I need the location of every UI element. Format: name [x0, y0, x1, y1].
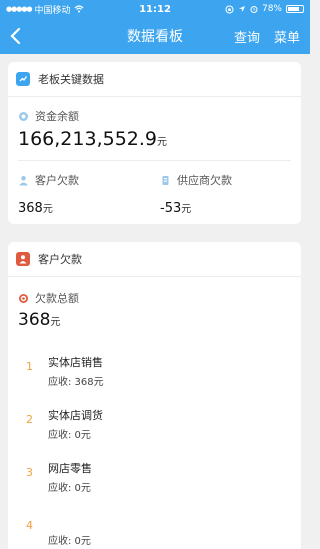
list-item[interactable]: 2 实体店调货 应收: 0元	[8, 399, 301, 451]
supplier-debt-value: -53	[160, 201, 182, 216]
alarm-icon	[250, 6, 258, 13]
list-item[interactable]: 3 网店零售 应收: 0元	[8, 452, 301, 504]
chevron-left-icon	[10, 27, 21, 45]
key-data-header: 老板关键数据	[8, 62, 301, 96]
item-name: 实体店调货	[48, 409, 103, 422]
item-index: 2	[26, 413, 33, 426]
person-icon	[16, 252, 30, 266]
back-button[interactable]	[0, 18, 30, 54]
customer-debt-title: 客户欠款	[38, 253, 82, 266]
item-receivable: 应收: 0元	[48, 430, 91, 441]
divider	[8, 276, 301, 277]
menu-button[interactable]: 菜单	[274, 27, 300, 46]
customer-debt-header: 客户欠款	[8, 242, 301, 276]
total-debt-label: 欠款总额	[35, 292, 79, 305]
item-receivable: 应收: 0元	[48, 483, 91, 494]
item-index: 3	[26, 466, 33, 479]
balance-amount: 166,213,552.9元	[18, 128, 167, 150]
wifi-icon	[74, 5, 83, 13]
total-debt-value: 368	[18, 310, 51, 330]
divider	[8, 96, 301, 97]
customer-debt-label: 客户欠款	[35, 174, 79, 187]
target-icon	[19, 293, 28, 303]
list-item[interactable]: 1 实体店销售 应收: 368元	[8, 346, 301, 398]
query-button[interactable]: 查询	[234, 27, 260, 46]
balance-label: 资金余额	[35, 110, 79, 123]
item-receivable: 应收: 368元	[48, 377, 104, 388]
nav-bar: 数据看板 查询 菜单	[0, 18, 310, 54]
customer-debt-value: 368	[18, 201, 43, 216]
customer-debt-card: 客户欠款 欠款总额 368元 1 实体店销售 应收: 368元 2 实体店调货 …	[8, 242, 301, 549]
battery-fill	[288, 7, 299, 11]
supplier-debt-amount: -53元	[160, 200, 232, 216]
status-bar: ●●●●● 中国移动 11:12 78%	[0, 0, 310, 18]
item-receivable: 应收: 0元	[48, 536, 91, 547]
battery-percent: 78%	[261, 4, 282, 14]
rotation-lock-icon	[225, 5, 234, 13]
customer-icon	[19, 175, 28, 185]
location-icon	[238, 6, 245, 12]
balance-value: 166,213,552.9	[18, 128, 158, 150]
item-index: 1	[26, 360, 33, 373]
divider	[18, 160, 291, 161]
list-item[interactable]: 4 应收: 0元	[8, 505, 301, 549]
carrier-label: 中国移动	[34, 5, 71, 16]
item-name: 网店零售	[48, 462, 92, 475]
supplier-icon	[162, 175, 169, 185]
customer-debt-unit: 元	[42, 204, 53, 215]
key-data-card: 老板关键数据 资金余额 166,213,552.9元 客户欠款 368元 供应商…	[8, 62, 301, 224]
item-index: 4	[26, 519, 33, 532]
supplier-debt-unit: 元	[181, 204, 192, 215]
supplier-debt-label: 供应商欠款	[177, 174, 232, 187]
key-data-title: 老板关键数据	[38, 73, 104, 86]
fund-icon	[19, 111, 28, 121]
chart-icon	[16, 72, 30, 86]
status-time: 11:12	[139, 3, 171, 15]
battery-icon	[286, 5, 304, 13]
customer-debt-amount: 368元	[18, 200, 79, 216]
total-debt-unit: 元	[50, 317, 61, 328]
balance-unit: 元	[157, 137, 168, 148]
signal-icon: ●●●●●	[6, 5, 33, 13]
item-name: 实体店销售	[48, 356, 103, 369]
total-debt-amount: 368元	[18, 310, 79, 330]
